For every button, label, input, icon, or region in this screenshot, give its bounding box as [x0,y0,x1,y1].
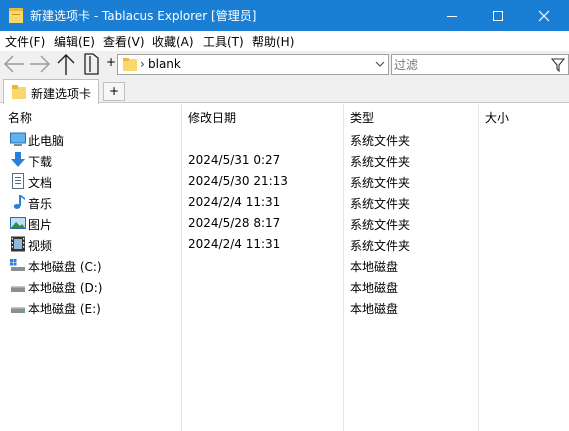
list-item[interactable]: 音乐 2024/2/4 11:31 系统文件夹 [0,192,569,213]
computer-icon [10,132,26,146]
column-header-date[interactable]: 修改日期 [188,109,236,126]
list-item[interactable]: 本地磁盘 (C:) 本地磁盘 [0,255,569,276]
item-type: 系统文件夹 [350,197,411,211]
breadcrumb-separator: › [140,57,145,71]
column-header-name[interactable]: 名称 [8,109,32,126]
item-name: 文档 [28,176,53,190]
item-type: 系统文件夹 [350,218,411,232]
list-item[interactable]: 本地磁盘 (D:) 本地磁盘 [0,276,569,297]
item-type: 本地磁盘 [350,302,399,316]
new-tab-button[interactable]: + [103,82,125,101]
toolbar: + › blank [0,51,569,77]
add-button[interactable]: + [106,55,116,69]
music-icon [13,195,25,209]
item-date: 2024/5/28 8:17 [188,216,281,230]
item-type: 系统文件夹 [350,239,411,253]
menu-bar: 文件(F) 编辑(E) 查看(V) 收藏(A) 工具(T) 帮助(H) [0,31,569,51]
column-header-size[interactable]: 大小 [485,109,509,126]
documents-icon [12,173,24,189]
title-bar[interactable]: 新建选项卡 - Tablacus Explorer [管理员] [0,0,569,31]
maximize-button[interactable] [475,0,521,31]
download-icon [11,152,25,167]
item-type: 系统文件夹 [350,155,411,169]
item-date: 2024/2/4 11:31 [188,195,281,209]
menu-help[interactable]: 帮助(H) [252,33,294,50]
up-arrow-icon[interactable] [55,52,77,76]
tab-strip: 新建选项卡 + [0,77,569,104]
menu-favorites[interactable]: 收藏(A) [152,33,194,50]
address-bar[interactable]: › blank [117,54,389,75]
minimize-button[interactable] [429,0,475,31]
file-list[interactable]: 名称 修改日期 类型 大小 此电脑 系统文件夹 下载 2024/5/31 0:2… [0,104,569,431]
item-type: 本地磁盘 [350,260,399,274]
minimize-icon [447,15,457,17]
item-name: 本地磁盘 (E:) [28,302,101,316]
item-type: 系统文件夹 [350,176,411,190]
maximize-icon [493,10,503,21]
tab-label: 新建选项卡 [31,87,92,101]
menu-view[interactable]: 查看(V) [103,33,145,50]
filter-box [391,54,569,75]
system-drive-icon [10,259,25,271]
folder-icon [123,58,137,71]
window-title: 新建选项卡 - Tablacus Explorer [管理员] [30,9,257,23]
column-header-type[interactable]: 类型 [350,109,374,126]
filter-icon[interactable] [551,58,565,72]
item-type: 本地磁盘 [350,281,399,295]
app-folder-icon [9,8,23,23]
list-item[interactable]: 图片 2024/5/28 8:17 系统文件夹 [0,213,569,234]
close-icon [538,10,550,21]
forward-arrow-icon[interactable] [28,53,52,75]
menu-tools[interactable]: 工具(T) [203,33,244,50]
drive-icon [11,286,25,292]
chevron-down-icon[interactable] [375,58,385,70]
item-name: 本地磁盘 (D:) [28,281,103,295]
filter-input[interactable] [394,56,544,73]
panel-icon[interactable] [82,53,102,75]
videos-icon [11,236,25,252]
item-name: 图片 [28,218,53,232]
item-name: 音乐 [28,197,53,211]
list-item[interactable]: 下载 2024/5/31 0:27 系统文件夹 [0,150,569,171]
list-item[interactable]: 视频 2024/2/4 11:31 系统文件夹 [0,234,569,255]
item-date: 2024/5/30 21:13 [188,174,288,188]
back-arrow-icon[interactable] [2,53,26,75]
item-type: 系统文件夹 [350,134,411,148]
item-name: 视频 [28,239,53,253]
pictures-icon [10,217,26,229]
drive-icon [11,307,25,313]
close-button[interactable] [521,0,567,31]
list-item[interactable]: 文档 2024/5/30 21:13 系统文件夹 [0,171,569,192]
folder-icon [12,85,26,99]
breadcrumb-blank[interactable]: blank [148,57,181,71]
list-item[interactable]: 此电脑 系统文件夹 [0,129,569,150]
tab-new-tab[interactable]: 新建选项卡 [3,79,99,104]
menu-edit[interactable]: 编辑(E) [54,33,95,50]
item-name: 此电脑 [28,134,65,148]
list-item[interactable]: 本地磁盘 (E:) 本地磁盘 [0,297,569,318]
item-name: 本地磁盘 (C:) [28,260,102,274]
item-date: 2024/5/31 0:27 [188,153,281,167]
item-name: 下载 [28,155,53,169]
item-date: 2024/2/4 11:31 [188,237,281,251]
menu-file[interactable]: 文件(F) [5,33,45,50]
